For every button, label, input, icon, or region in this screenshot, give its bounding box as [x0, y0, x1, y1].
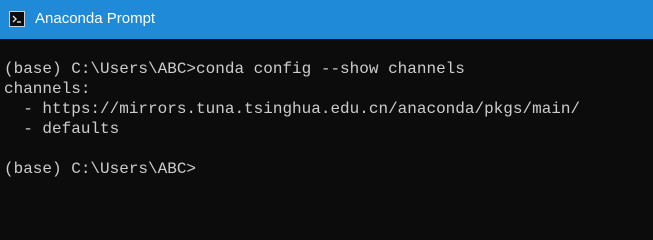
output-channels-header: channels: — [4, 80, 91, 98]
console-output[interactable]: (base) C:\Users\ABC>conda config --show … — [2, 39, 642, 203]
terminal-icon — [9, 11, 25, 27]
vertical-scrollbar[interactable] — [642, 39, 653, 203]
output-channel-defaults: - defaults — [4, 120, 120, 138]
anaconda-prompt-window: Anaconda Prompt (base) C:\Users\ABC>cond… — [0, 0, 653, 203]
title-bar[interactable]: Anaconda Prompt — [0, 0, 653, 39]
window-title: Anaconda Prompt — [35, 10, 156, 27]
prompt-command-line: (base) C:\Users\ABC>conda config --show … — [4, 60, 465, 78]
current-prompt-line: (base) C:\Users\ABC> — [4, 160, 197, 178]
output-channel-mirror: - https://mirrors.tuna.tsinghua.edu.cn/a… — [4, 100, 581, 118]
